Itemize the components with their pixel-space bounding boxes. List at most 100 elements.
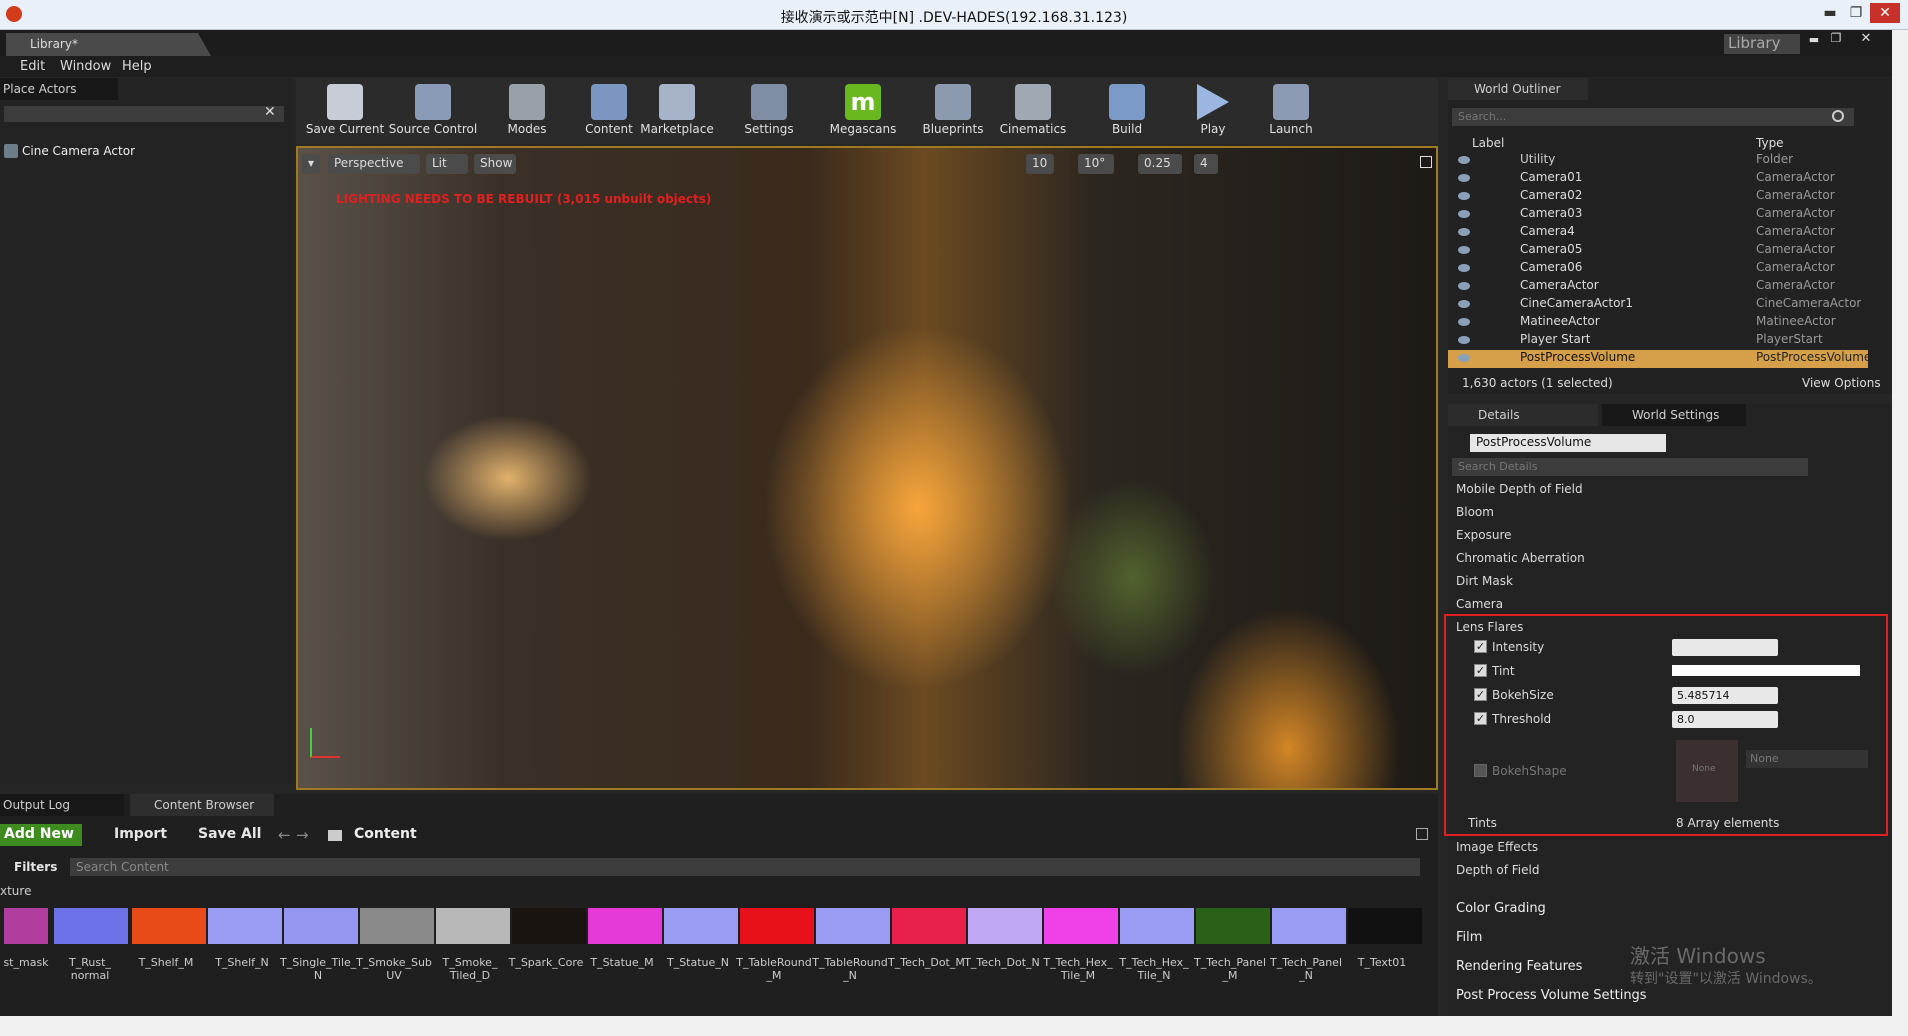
- section-bloom[interactable]: Bloom: [1456, 505, 1494, 519]
- asset-thumbnail[interactable]: [1196, 908, 1270, 944]
- outliner-row[interactable]: Camera02 CameraActor: [1448, 188, 1892, 206]
- show-button[interactable]: Show: [474, 154, 516, 174]
- visibility-eye-icon[interactable]: [1458, 264, 1470, 272]
- section-chromatic-aberration[interactable]: Chromatic Aberration: [1456, 551, 1585, 565]
- tint-color-swatch[interactable]: [1672, 665, 1860, 676]
- visibility-eye-icon[interactable]: [1458, 354, 1470, 362]
- details-search-input[interactable]: Search Details: [1452, 458, 1808, 476]
- tints-label[interactable]: Tints: [1468, 816, 1497, 830]
- editor-min-button[interactable]: ▬: [1804, 33, 1824, 47]
- outliner-row[interactable]: Camera01 CameraActor: [1448, 170, 1892, 188]
- bokehsize-field[interactable]: 5.485714: [1672, 687, 1778, 704]
- asset-thumbnail[interactable]: [1348, 908, 1422, 944]
- outliner-row-selected[interactable]: PostProcessVolume PostProcessVolume: [1448, 350, 1871, 368]
- section-dirt-mask[interactable]: Dirt Mask: [1456, 574, 1513, 588]
- outliner-row[interactable]: CineCameraActor1 CineCameraActor: [1448, 296, 1892, 314]
- menu-edit[interactable]: Edit: [20, 59, 45, 74]
- minimize-button[interactable]: ▬: [1818, 3, 1842, 23]
- asset-thumbnail[interactable]: [740, 908, 814, 944]
- asset-thumbnail[interactable]: [1272, 908, 1346, 944]
- outliner-row[interactable]: Camera4 CameraActor: [1448, 224, 1892, 242]
- save-all-button[interactable]: Save All: [180, 826, 261, 842]
- visibility-eye-icon[interactable]: [1458, 192, 1470, 200]
- add-new-button[interactable]: Add New: [0, 824, 82, 846]
- outliner-row[interactable]: Player Start PlayerStart: [1448, 332, 1892, 350]
- filter-tag[interactable]: xture: [0, 884, 31, 898]
- marketplace-button[interactable]: Marketplace: [632, 78, 722, 144]
- visibility-eye-icon[interactable]: [1458, 336, 1470, 344]
- threshold-checkbox[interactable]: ✓: [1474, 712, 1487, 725]
- outliner-row[interactable]: MatineeActor MatineeActor: [1448, 314, 1892, 332]
- world-settings-tab[interactable]: World Settings: [1602, 404, 1746, 426]
- path-content[interactable]: Content: [354, 826, 417, 842]
- menu-help[interactable]: Help: [122, 59, 152, 74]
- outliner-row[interactable]: CameraActor CameraActor: [1448, 278, 1892, 296]
- asset-thumbnail[interactable]: [360, 908, 434, 944]
- visibility-eye-icon[interactable]: [1458, 228, 1470, 236]
- cine-camera-actor-item[interactable]: Cine Camera Actor: [22, 144, 135, 158]
- world-outliner-tab[interactable]: World Outliner: [1448, 78, 1588, 100]
- group-post-process-volume-settings[interactable]: Post Process Volume Settings: [1456, 988, 1647, 1003]
- section-image-effects[interactable]: Image Effects: [1456, 840, 1538, 854]
- filters-button[interactable]: Filters: [2, 860, 57, 874]
- forward-arrow-icon[interactable]: →: [296, 826, 309, 844]
- import-button[interactable]: Import: [96, 826, 167, 842]
- viewport-options-button[interactable]: ▾: [302, 154, 320, 174]
- tint-checkbox[interactable]: ✓: [1474, 664, 1487, 677]
- rotation-snap-value[interactable]: 10°: [1078, 154, 1114, 174]
- camera-speed-value[interactable]: 4: [1194, 154, 1218, 174]
- scale-snap-value[interactable]: 0.25: [1138, 154, 1182, 174]
- column-type[interactable]: Type: [1756, 136, 1784, 150]
- visibility-eye-icon[interactable]: [1458, 156, 1470, 164]
- settings-button[interactable]: Settings: [724, 78, 814, 144]
- column-label[interactable]: Label: [1472, 136, 1504, 150]
- level-viewport[interactable]: ▾ Perspective Lit Show LIGHTING NEEDS TO…: [296, 146, 1438, 790]
- cinematics-button[interactable]: Cinematics: [988, 78, 1078, 144]
- outliner-row[interactable]: Camera06 CameraActor: [1448, 260, 1892, 278]
- visibility-eye-icon[interactable]: [1458, 174, 1470, 182]
- menu-window[interactable]: Window: [60, 59, 111, 74]
- content-search-input[interactable]: Search Content: [70, 858, 1420, 876]
- details-tab[interactable]: Details: [1448, 404, 1598, 426]
- maximize-viewport-icon[interactable]: [1420, 156, 1432, 168]
- output-log-tab[interactable]: Output Log: [0, 794, 124, 816]
- asset-thumbnail[interactable]: [892, 908, 966, 944]
- intensity-checkbox[interactable]: ✓: [1474, 640, 1487, 653]
- blueprints-button[interactable]: Blueprints: [908, 78, 998, 144]
- section-depth-of-field[interactable]: Depth of Field: [1456, 863, 1539, 877]
- lock-icon[interactable]: [1416, 828, 1428, 840]
- bokehshape-checkbox[interactable]: [1474, 764, 1487, 777]
- outliner-row[interactable]: Camera03 CameraActor: [1448, 206, 1892, 224]
- place-actors-search[interactable]: [4, 106, 284, 122]
- bokehshape-dropdown[interactable]: None: [1746, 750, 1868, 768]
- section-mobile-depth-of-field[interactable]: Mobile Depth of Field: [1456, 482, 1583, 496]
- editor-max-button[interactable]: ❐: [1826, 31, 1846, 45]
- threshold-field[interactable]: 8.0: [1672, 711, 1778, 728]
- asset-thumbnail[interactable]: [512, 908, 586, 944]
- visibility-eye-icon[interactable]: [1458, 282, 1470, 290]
- source-control-button[interactable]: Source Control: [388, 78, 478, 144]
- visibility-eye-icon[interactable]: [1458, 300, 1470, 308]
- close-button[interactable]: ✕: [1870, 3, 1900, 23]
- outliner-search-input[interactable]: Search...: [1452, 108, 1854, 126]
- play-button[interactable]: Play: [1168, 78, 1258, 144]
- asset-thumbnail[interactable]: [816, 908, 890, 944]
- back-arrow-icon[interactable]: ←: [278, 826, 291, 844]
- outliner-row[interactable]: Utility Folder: [1448, 152, 1892, 170]
- grid-snap-value[interactable]: 10: [1026, 154, 1054, 174]
- asset-thumbnail[interactable]: [664, 908, 738, 944]
- megascans-button[interactable]: m Megascans: [818, 78, 908, 144]
- section-exposure[interactable]: Exposure: [1456, 528, 1512, 542]
- asset-thumbnail[interactable]: [436, 908, 510, 944]
- bokehsize-checkbox[interactable]: ✓: [1474, 688, 1487, 701]
- launch-button[interactable]: Launch: [1246, 78, 1336, 144]
- group-film[interactable]: Film: [1456, 930, 1482, 945]
- outliner-row[interactable]: Camera05 CameraActor: [1448, 242, 1892, 260]
- asset-thumbnail[interactable]: [968, 908, 1042, 944]
- level-tab[interactable]: Library*: [6, 33, 211, 56]
- intensity-field[interactable]: [1672, 639, 1778, 656]
- asset-thumbnail[interactable]: [54, 908, 128, 944]
- asset-thumbnail[interactable]: [1120, 908, 1194, 944]
- visibility-eye-icon[interactable]: [1458, 318, 1470, 326]
- clear-search-icon[interactable]: ✕: [264, 104, 276, 120]
